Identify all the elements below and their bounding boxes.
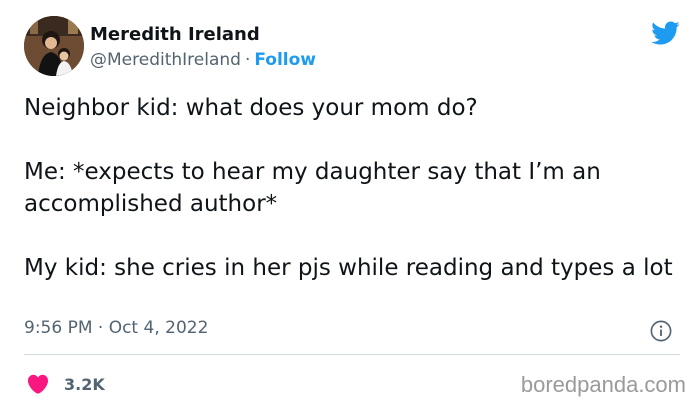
handle-separator: ·	[244, 50, 251, 70]
info-icon[interactable]	[650, 320, 672, 342]
tweet-timestamp[interactable]: 9:56 PM · Oct 4, 2022	[24, 318, 208, 338]
tweet-header: Meredith Ireland @MeredithIreland · Follow	[24, 14, 680, 76]
avatar-photo	[24, 16, 84, 76]
tweet-text: Neighbor kid: what does your mom do? Me:…	[24, 95, 673, 281]
heart-icon	[27, 374, 49, 394]
author-name[interactable]: Meredith Ireland	[90, 24, 260, 45]
divider	[24, 354, 680, 355]
like-button[interactable]: 3.2K	[26, 370, 105, 398]
follow-button[interactable]: Follow	[254, 50, 316, 70]
watermark: boredpanda.com	[520, 372, 686, 397]
twitter-bird-icon[interactable]	[650, 18, 680, 48]
like-count: 3.2K	[64, 374, 105, 394]
avatar[interactable]	[24, 16, 84, 76]
author-handle[interactable]: @MeredithIreland	[90, 50, 241, 70]
author-handle-line: @MeredithIreland · Follow	[90, 50, 316, 70]
